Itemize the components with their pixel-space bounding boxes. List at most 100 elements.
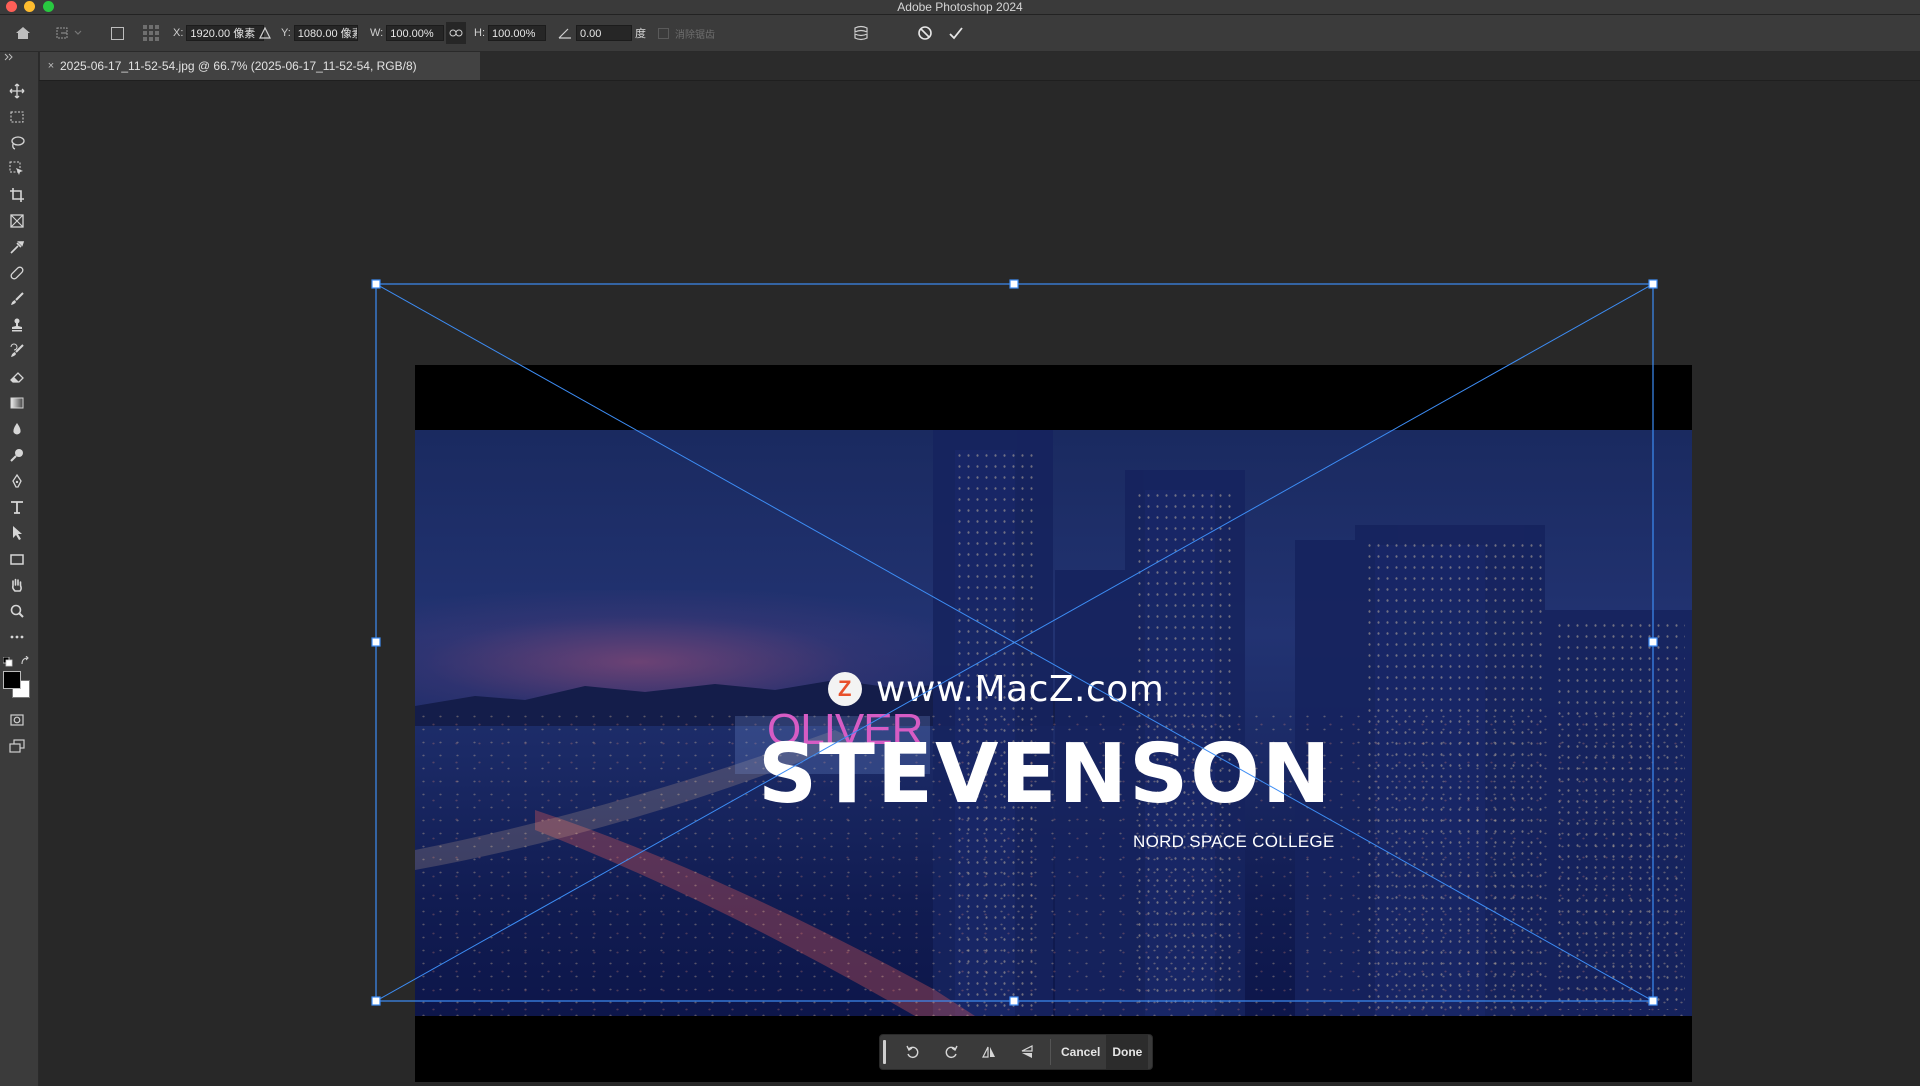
clone-stamp-tool[interactable]: [5, 314, 29, 336]
type-icon: [11, 501, 23, 514]
healing-brush-tool[interactable]: [5, 262, 29, 284]
home-icon: [16, 27, 30, 39]
canvas-area[interactable]: Z www.MacZ.com OLIVER STEVENSON NORD SPA…: [39, 81, 1920, 1086]
tools-panel: [0, 52, 39, 1086]
object-selection-icon: [9, 161, 23, 175]
lasso-tool[interactable]: [5, 132, 29, 154]
college-text: NORD SPACE COLLEGE: [1133, 832, 1335, 851]
gradient-icon: [10, 397, 24, 409]
app-title: Adobe Photoshop 2024: [897, 0, 1023, 14]
rotate-right-button[interactable]: [932, 1035, 970, 1069]
separator: [1050, 1039, 1051, 1065]
cancel-button[interactable]: Cancel: [1055, 1035, 1106, 1069]
tool-preset-picker[interactable]: [55, 15, 85, 51]
stamp-icon: [12, 318, 22, 332]
y-label: Y:: [281, 27, 291, 39]
collapse-panel-icon[interactable]: [3, 52, 15, 62]
city-photo: Z www.MacZ.com OLIVER STEVENSON NORD SPA…: [415, 430, 1692, 1016]
default-colors-icon[interactable]: [3, 657, 13, 667]
move-tool[interactable]: [5, 80, 29, 102]
checkmark-icon: [949, 27, 963, 40]
history-brush-icon: [10, 343, 24, 357]
lasso-icon: [11, 136, 25, 150]
eraser-icon: [10, 372, 24, 383]
dodge-tool[interactable]: [5, 444, 29, 466]
rectangle-icon: [10, 554, 24, 565]
home-button[interactable]: [14, 15, 32, 51]
watermark: Z www.MacZ.com: [828, 668, 1165, 710]
flip-vertical-button[interactable]: [1008, 1035, 1046, 1069]
warp-icon: [854, 25, 868, 41]
brush-icon: [11, 292, 24, 305]
gradient-tool[interactable]: [5, 392, 29, 414]
x-position-input[interactable]: 1920.00 像素: [186, 25, 265, 41]
checkbox-icon: [111, 26, 124, 40]
reference-grid-icon: [143, 25, 159, 41]
rotate-left-button[interactable]: [894, 1035, 932, 1069]
width-input[interactable]: 100.00%: [386, 25, 445, 41]
screen-mode-button[interactable]: [5, 735, 29, 757]
hand-icon: [11, 578, 22, 592]
quick-mask-button[interactable]: [5, 709, 29, 731]
drag-handle[interactable]: [883, 1040, 886, 1064]
contextual-task-bar: Cancel Done: [879, 1034, 1153, 1070]
angle-unit: 度: [635, 28, 646, 40]
warp-mode-button[interactable]: [852, 15, 870, 51]
path-selection-tool[interactable]: [5, 522, 29, 544]
y-position-input[interactable]: 1080.00 像素: [293, 25, 358, 41]
object-selection-tool[interactable]: [5, 158, 29, 180]
blur-tool[interactable]: [5, 418, 29, 440]
document-tab[interactable]: × 2025-06-17_11-52-54.jpg @ 66.7% (2025-…: [40, 52, 480, 80]
flip-horizontal-button[interactable]: [970, 1035, 1008, 1069]
interpolation-label: 消除锯齿: [675, 29, 715, 41]
watermark-text: www.MacZ.com: [876, 668, 1165, 710]
document-tab-bar: × 2025-06-17_11-52-54.jpg @ 66.7% (2025-…: [0, 52, 1920, 81]
reference-point-grid[interactable]: [142, 15, 160, 51]
zoom-tool[interactable]: [5, 600, 29, 622]
marquee-tool[interactable]: [5, 106, 29, 128]
bandage-icon: [10, 266, 24, 280]
rotate-right-icon: [945, 1045, 958, 1059]
relative-position-toggle[interactable]: [259, 15, 271, 51]
document-tab-title: 2025-06-17_11-52-54.jpg @ 66.7% (2025-06…: [60, 59, 417, 73]
checkbox-icon: [658, 27, 669, 39]
eraser-tool[interactable]: [5, 366, 29, 388]
history-brush-tool[interactable]: [5, 340, 29, 362]
cancel-transform-button[interactable]: [917, 15, 933, 51]
move-icon: [9, 83, 25, 99]
frame-tool[interactable]: [5, 210, 29, 232]
h-label: H:: [474, 27, 485, 39]
frame-icon: [10, 214, 24, 228]
link-aspect-button[interactable]: [446, 15, 466, 51]
hand-tool[interactable]: [5, 574, 29, 596]
watermark-logo: Z: [828, 672, 862, 706]
transform-preset-icon: [56, 27, 82, 39]
document-canvas[interactable]: Z www.MacZ.com OLIVER STEVENSON NORD SPA…: [415, 365, 1692, 1082]
reference-point-toggle[interactable]: [111, 15, 124, 51]
close-tab-button[interactable]: ×: [42, 60, 60, 72]
type-tool[interactable]: [5, 496, 29, 518]
x-label: X:: [173, 27, 184, 39]
brush-tool[interactable]: [5, 288, 29, 310]
building-windows: [1555, 620, 1685, 1010]
crop-tool[interactable]: [5, 184, 29, 206]
crop-icon: [10, 188, 24, 202]
pen-tool[interactable]: [5, 470, 29, 492]
done-button[interactable]: Done: [1106, 1035, 1149, 1069]
swap-colors-icon[interactable]: [20, 656, 31, 667]
height-input[interactable]: 100.00%: [488, 25, 546, 41]
building-windows: [1365, 540, 1545, 1010]
foreground-color-swatch[interactable]: [3, 671, 21, 689]
angle-icon: [558, 28, 571, 39]
magnifier-icon: [10, 604, 24, 618]
commit-transform-button[interactable]: [948, 15, 964, 51]
more-tools[interactable]: [5, 626, 29, 648]
title-bar: Adobe Photoshop 2024: [0, 0, 1920, 15]
interpolation-option[interactable]: 消除锯齿: [658, 15, 715, 51]
pen-icon: [12, 473, 22, 488]
rotate-left-icon: [906, 1045, 919, 1059]
rotation-angle-input[interactable]: 0.00: [576, 25, 632, 41]
rectangle-tool[interactable]: [5, 548, 29, 570]
ellipsis-icon: [10, 635, 24, 639]
eyedropper-tool[interactable]: [5, 236, 29, 258]
